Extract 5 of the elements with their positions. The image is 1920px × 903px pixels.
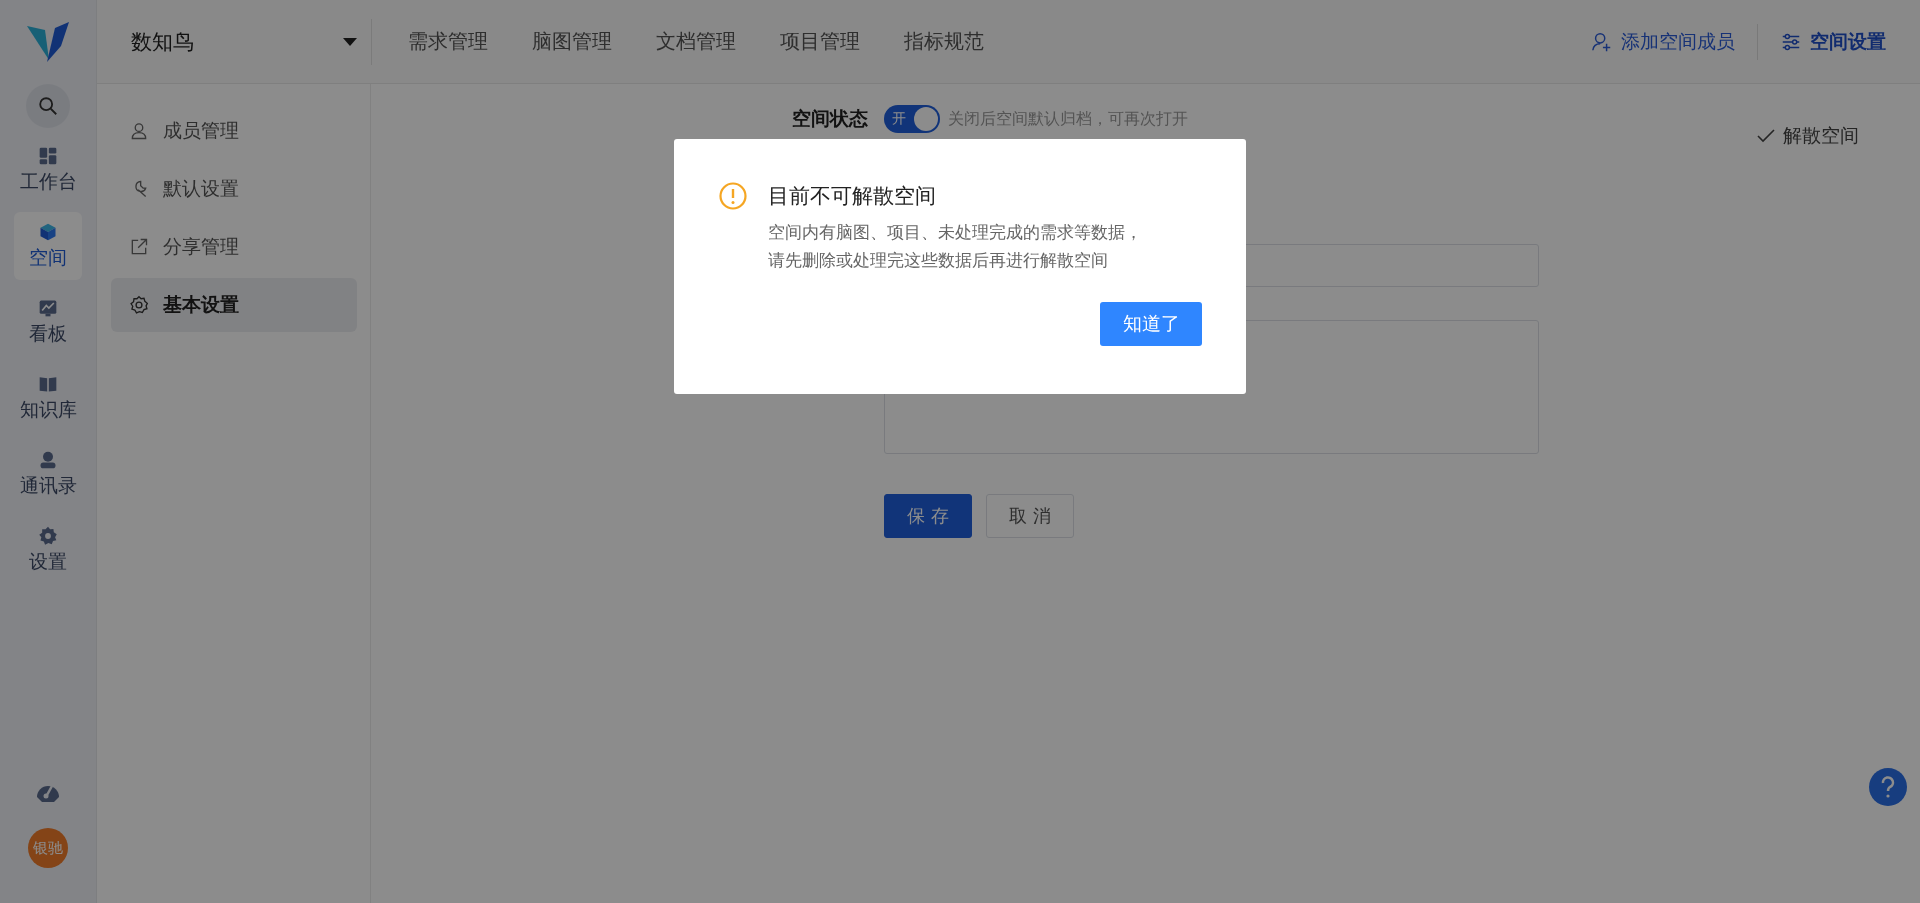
dialog-title: 目前不可解散空间 (768, 183, 936, 210)
hint-text: 关闭后空间默认归档，可再次打开 (948, 108, 1188, 130)
field-label: 空间状态 (791, 106, 868, 131)
dialog-message: 请先删除或处理完这些数据后再进行解散空间 (768, 249, 1109, 272)
dialog-message: 空间内有脑图、项目、未处理完成的需求等数据， (768, 221, 1143, 244)
